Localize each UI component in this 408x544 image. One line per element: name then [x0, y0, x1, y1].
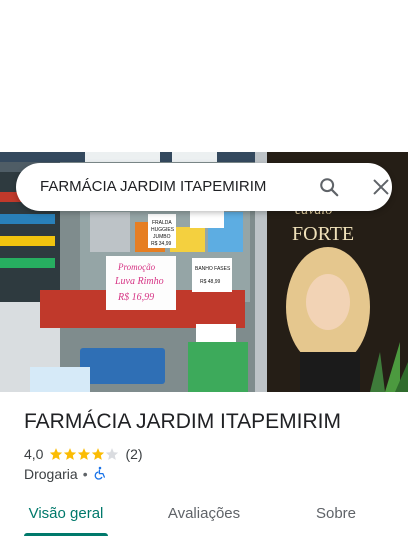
- star-icon: [78, 448, 91, 460]
- search-bar[interactable]: FARMÁCIA JARDIM ITAPEMIRIM: [16, 163, 392, 211]
- close-icon[interactable]: [370, 176, 392, 198]
- category-row: Drogaria •: [24, 465, 107, 483]
- tab-about[interactable]: Sobre: [306, 496, 366, 536]
- rating-stars: [49, 447, 119, 461]
- svg-text:Luva Rimho: Luva Rimho: [114, 276, 164, 287]
- search-icon[interactable]: [318, 176, 340, 198]
- star-icon: [50, 448, 63, 460]
- place-info-panel: FARMÁCIA JARDIM ITAPEMIRIM 4,0 (2) Droga…: [0, 392, 408, 544]
- svg-text:FRALDA: FRALDA: [152, 220, 172, 226]
- search-input[interactable]: FARMÁCIA JARDIM ITAPEMIRIM: [40, 163, 266, 211]
- active-tab-indicator: [24, 533, 108, 536]
- svg-text:Promoção: Promoção: [117, 262, 156, 272]
- tab-overview[interactable]: Visão geral: [24, 496, 108, 536]
- map-area-blank: [0, 0, 408, 152]
- svg-text:HUGGIES: HUGGIES: [151, 227, 175, 233]
- star-empty-icon: [106, 448, 119, 460]
- place-tabs: Visão geral Avaliações Sobre: [0, 496, 408, 544]
- separator-dot: •: [82, 466, 88, 482]
- review-count[interactable]: (2): [125, 446, 142, 462]
- svg-text:R$ 16,99: R$ 16,99: [117, 292, 154, 303]
- tab-reviews[interactable]: Avaliações: [160, 496, 248, 536]
- wheelchair-accessible-icon: [93, 466, 107, 483]
- star-icon: [92, 448, 105, 460]
- svg-text:FORTE: FORTE: [292, 223, 354, 245]
- svg-text:JUMBO: JUMBO: [153, 234, 171, 240]
- svg-text:R$ 34,99: R$ 34,99: [151, 241, 172, 247]
- svg-text:R$ 48,99: R$ 48,99: [200, 279, 221, 285]
- place-title: FARMÁCIA JARDIM ITAPEMIRIM: [24, 410, 341, 433]
- place-category: Drogaria: [24, 466, 78, 482]
- star-icon: [64, 448, 77, 460]
- rating-row[interactable]: 4,0 (2): [24, 445, 143, 463]
- rating-value: 4,0: [24, 446, 44, 462]
- svg-text:BANHO FASES: BANHO FASES: [195, 266, 231, 272]
